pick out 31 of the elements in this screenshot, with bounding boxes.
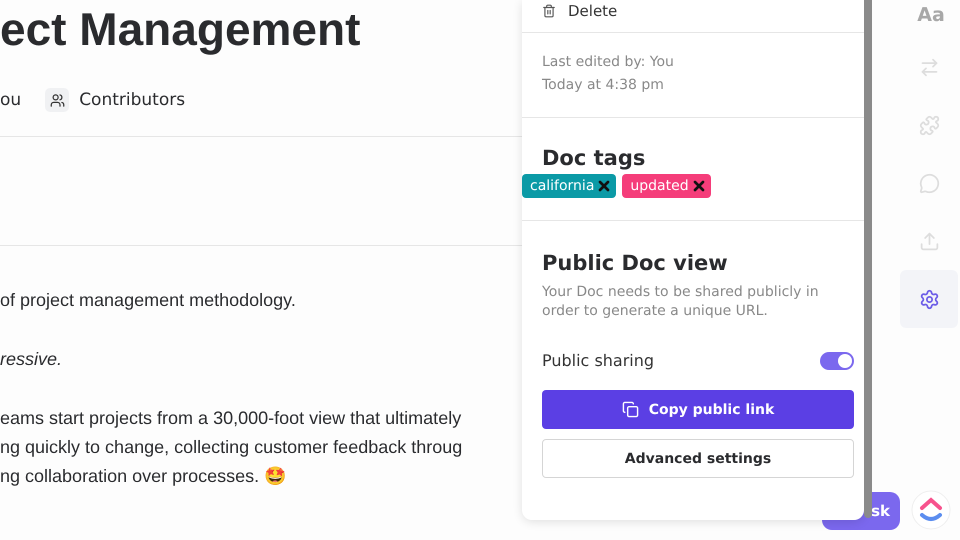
body-text: ressive. bbox=[0, 348, 64, 371]
settings-button[interactable] bbox=[900, 270, 958, 328]
remove-tag-icon[interactable] bbox=[596, 178, 612, 194]
author-label: ou bbox=[0, 90, 22, 110]
delete-item[interactable]: Delete bbox=[568, 2, 618, 20]
edited-time-text: Today at 4:38 pm bbox=[542, 76, 665, 95]
public-view-heading: Public Doc view bbox=[542, 251, 729, 275]
contributors-icon[interactable] bbox=[45, 88, 70, 112]
gear-icon bbox=[918, 288, 940, 310]
doc-tag[interactable]: updated bbox=[622, 174, 711, 198]
copy-icon bbox=[622, 401, 639, 418]
public-view-description: Your Doc needs to be shared publicly in order to generate a unique URL. bbox=[542, 283, 820, 321]
body-text: of project management methodology. bbox=[0, 289, 297, 312]
chat-icon bbox=[918, 172, 940, 194]
body-text: ng quickly to change, collecting customer feedback throug bbox=[0, 436, 464, 459]
arrows-icon bbox=[918, 56, 940, 78]
doc-tags-heading: Doc tags bbox=[542, 146, 646, 170]
advanced-settings-button[interactable]: Advanced settings bbox=[542, 439, 854, 478]
public-sharing-toggle[interactable] bbox=[820, 352, 854, 370]
body-text: ng collaboration over processes. 🤩 bbox=[0, 465, 288, 488]
puzzle-icon bbox=[918, 114, 940, 136]
doc-title: ect Management bbox=[0, 2, 362, 57]
copy-link-button[interactable]: Copy public link bbox=[542, 390, 854, 429]
last-edited-text: Last edited by: You bbox=[542, 53, 675, 72]
doc-tag[interactable]: california bbox=[522, 174, 616, 198]
body-text: eams start projects from a 30,000-foot view that ultimately bbox=[0, 407, 462, 430]
remove-tag-icon[interactable] bbox=[690, 178, 707, 194]
contributors-label[interactable]: Contributors bbox=[79, 90, 186, 110]
upload-icon bbox=[918, 230, 940, 252]
trash-icon[interactable] bbox=[542, 4, 556, 18]
public-sharing-label: Public sharing bbox=[542, 351, 654, 370]
